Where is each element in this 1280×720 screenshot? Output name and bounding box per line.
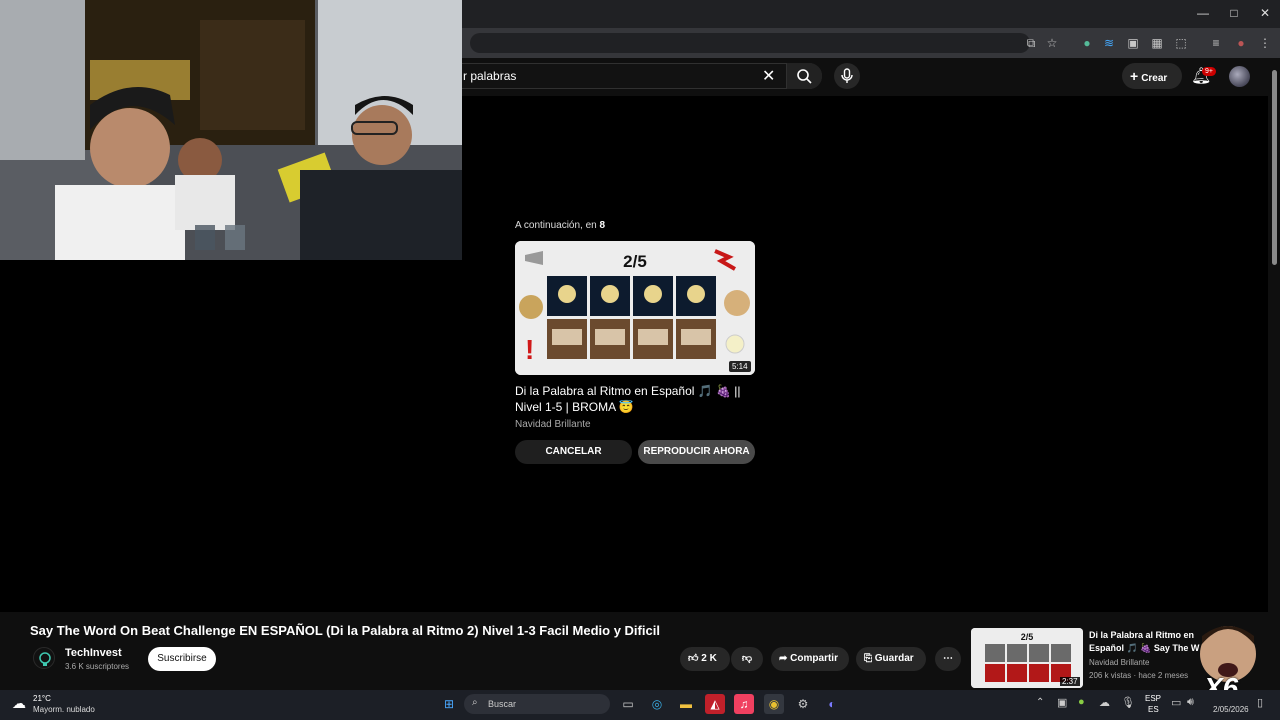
maximize-icon[interactable]: □: [1219, 6, 1249, 20]
play-now-button[interactable]: REPRODUCIR AHORA: [638, 440, 755, 464]
webcam-scene-image: [0, 0, 462, 260]
tray-chevron-icon[interactable]: ⌃: [1036, 697, 1044, 708]
voice-search-button[interactable]: [834, 63, 860, 89]
recommendation-meta: 206 k vistas · hace 2 meses: [1089, 671, 1189, 680]
more-horizontal-icon: ⋯: [943, 653, 953, 664]
profile-icon[interactable]: ●: [1232, 36, 1250, 50]
task-view-icon[interactable]: ▭: [618, 694, 638, 714]
up-next-channel[interactable]: Navidad Brillante: [515, 419, 591, 430]
taskbar-search[interactable]: Buscar: [464, 694, 610, 714]
taskbar-search-placeholder: Buscar: [488, 699, 517, 709]
notifications-badge: 9+: [1202, 67, 1216, 76]
channel-name[interactable]: TechInvest: [65, 647, 122, 659]
volume-icon[interactable]: 🔊︎: [1187, 696, 1194, 709]
weather-description[interactable]: Mayorm. nublado: [33, 705, 95, 714]
tray-onedrive-icon[interactable]: ☁: [1099, 696, 1110, 709]
network-icon[interactable]: ▭: [1171, 696, 1181, 709]
bookmark-star-icon[interactable]: ☆: [1043, 36, 1061, 50]
recommendation-thumb-text: 2/5: [1021, 632, 1034, 642]
recommendation-title[interactable]: Di la Palabra al Ritmo en Español 🎵 🍇 Sa…: [1089, 629, 1209, 655]
discord-icon[interactable]: ◐: [822, 694, 842, 714]
channel-avatar[interactable]: [33, 647, 55, 669]
file-explorer-icon[interactable]: ▬: [676, 694, 696, 714]
save-label: Guardar: [874, 653, 914, 664]
install-app-icon[interactable]: ⧉: [1022, 36, 1040, 50]
cancel-autoplay-button[interactable]: CANCELAR: [515, 440, 632, 464]
share-icon: ➦: [779, 653, 788, 664]
thumbnail-progress-text: 2/5: [623, 252, 647, 271]
subscribe-button[interactable]: Suscribirse: [148, 647, 216, 671]
doge-icon: [519, 295, 543, 319]
share-button[interactable]: ➦ Compartir: [771, 647, 849, 671]
like-count: 2 K: [701, 653, 717, 664]
app-settings-icon[interactable]: ⚙: [793, 694, 813, 714]
thumbs-down-icon: 👎︎: [741, 653, 753, 664]
more-actions-button[interactable]: ⋯: [935, 647, 961, 671]
dislike-button[interactable]: 👎︎: [731, 647, 763, 671]
extension-audio-icon[interactable]: ≋: [1100, 36, 1118, 50]
plus-icon: +: [1130, 68, 1139, 84]
up-next-countdown: 8: [599, 220, 606, 231]
music-app-icon[interactable]: ♫: [734, 694, 754, 714]
thumbs-up-icon: 👍︎: [688, 653, 699, 664]
reading-list-icon[interactable]: ≡: [1207, 36, 1225, 50]
extension-shield-icon[interactable]: ●: [1078, 36, 1096, 50]
up-next-thumbnail[interactable]: 2/5 !: [515, 241, 755, 375]
taskbar-search-icon: ⌕: [472, 697, 478, 708]
up-next-duration: 5:14: [729, 361, 751, 372]
taskbar-date[interactable]: 2/05/2026: [1213, 705, 1249, 714]
edge-icon[interactable]: ◎: [647, 694, 667, 714]
taskbar: [0, 690, 1280, 720]
create-label: Crear: [1141, 73, 1168, 84]
tray-nvidia-icon[interactable]: ●: [1078, 696, 1085, 708]
webcam-overlay: [0, 0, 462, 260]
chrome-menu-icon[interactable]: ⋮: [1256, 36, 1274, 50]
search-query-text[interactable]: r palabras: [463, 69, 516, 83]
chrome-icon[interactable]: ◉: [764, 694, 784, 714]
weather-temperature[interactable]: 21°C: [33, 694, 51, 703]
bookmark-icon: ⎘: [864, 653, 872, 664]
lightbulb-logo-icon: [39, 652, 51, 666]
close-window-icon[interactable]: ✕: [1250, 6, 1280, 20]
share-label: Compartir: [790, 653, 838, 664]
weather-cloud-icon[interactable]: ☁: [12, 695, 26, 712]
up-next-prefix: A continuación, en: [515, 220, 597, 231]
windows-start-icon[interactable]: ⊞: [439, 694, 459, 714]
up-next-label: A continuación, en 8: [515, 220, 605, 231]
search-icon: [797, 69, 812, 84]
recommendation-channel[interactable]: Navidad Brillante: [1089, 658, 1149, 667]
exclamation-icon: !: [525, 334, 534, 365]
extension-bookmark-icon[interactable]: ▣: [1124, 36, 1142, 50]
language-indicator-bottom[interactable]: ES: [1148, 705, 1159, 714]
search-button[interactable]: [786, 63, 822, 89]
lightbulb-icon: [725, 334, 745, 354]
minimize-icon[interactable]: —: [1188, 6, 1218, 20]
app-red-icon[interactable]: ◭: [705, 694, 725, 714]
notification-center-icon[interactable]: ▯: [1257, 696, 1263, 709]
scrollbar-thumb[interactable]: [1272, 70, 1277, 265]
address-bar[interactable]: [470, 33, 1030, 53]
tray-mic-icon[interactable]: 🎙︎: [1121, 696, 1135, 709]
dog-icon: [724, 290, 750, 316]
microphone-icon: [841, 68, 853, 83]
extension-tool-icon[interactable]: ▦: [1148, 36, 1166, 50]
account-avatar[interactable]: [1229, 66, 1250, 87]
tray-app-icon[interactable]: ▣: [1057, 696, 1067, 709]
like-button[interactable]: 👍︎ 2 K: [680, 647, 730, 671]
save-button[interactable]: ⎘ Guardar: [856, 647, 926, 671]
up-next-thumbnail-image: 2/5 !: [515, 241, 755, 375]
extensions-puzzle-icon[interactable]: ⬚: [1172, 36, 1190, 50]
clear-search-icon[interactable]: ✕: [762, 66, 775, 86]
video-title: Say The Word On Beat Challenge EN ESPAÑO…: [30, 623, 660, 638]
recommendation-duration: 2:37: [1060, 677, 1080, 686]
language-indicator-top[interactable]: ESP: [1145, 694, 1161, 703]
channel-subscribers: 3.6 K suscriptores: [65, 662, 130, 671]
up-next-title[interactable]: Di la Palabra al Ritmo en Español 🎵 🍇 ||…: [515, 383, 755, 415]
create-button[interactable]: + Crear: [1122, 63, 1182, 89]
